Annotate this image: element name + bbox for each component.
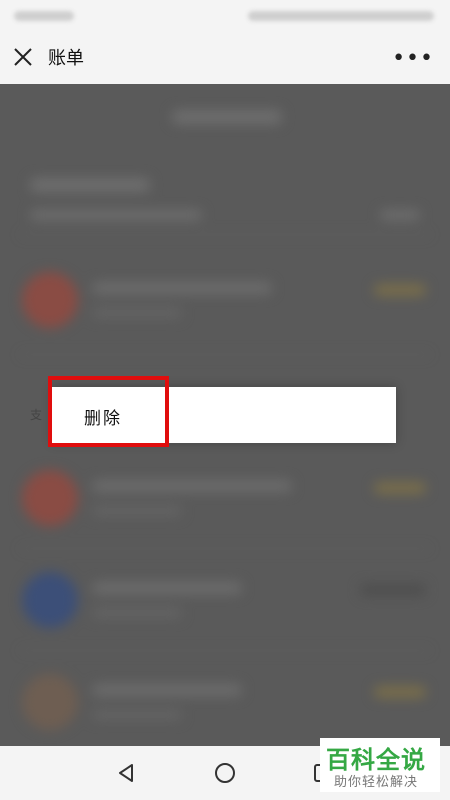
list-item <box>0 550 450 650</box>
bill-list-dimmed: 支 删除 <box>0 84 450 746</box>
item-sub-blur <box>92 506 182 516</box>
watermark-title: 百科全说 <box>326 746 426 774</box>
divider <box>20 548 430 549</box>
more-icon[interactable]: ••• <box>392 46 434 71</box>
section-title-blur <box>30 178 150 192</box>
item-title-blur <box>92 684 242 696</box>
item-title-blur <box>92 282 272 294</box>
side-text: 支 <box>30 408 43 422</box>
avatar <box>22 674 78 730</box>
home-circle-icon[interactable] <box>210 758 240 788</box>
item-sub-blur <box>92 710 182 720</box>
list-item <box>0 250 450 350</box>
page-title: 账单 <box>48 48 84 69</box>
section-sub-blur <box>30 210 202 220</box>
title-bar: 账单 ••• <box>0 32 450 84</box>
item-amount-blur <box>360 584 426 596</box>
item-amount-blur <box>374 284 426 296</box>
avatar <box>22 272 78 328</box>
item-amount-blur <box>374 686 426 698</box>
back-triangle-icon[interactable] <box>112 758 142 788</box>
divider <box>20 354 430 355</box>
section-right-blur <box>380 210 420 220</box>
watermark: 百科全说 助你轻松解决 <box>320 738 440 792</box>
item-title-blur <box>92 480 292 492</box>
highlight-box <box>48 376 169 447</box>
divider <box>20 234 430 235</box>
item-title-blur <box>92 582 242 594</box>
list-item <box>0 652 450 746</box>
status-left-blur <box>14 11 74 21</box>
watermark-subtitle: 助你轻松解决 <box>334 775 419 790</box>
avatar <box>22 470 78 526</box>
item-amount-blur <box>374 482 426 494</box>
item-sub-blur <box>92 308 182 318</box>
month-header-blur <box>172 110 282 124</box>
list-item <box>0 448 450 548</box>
divider <box>20 650 430 651</box>
close-icon[interactable] <box>12 46 34 68</box>
item-sub-blur <box>92 608 182 618</box>
status-right-blur <box>248 11 434 21</box>
status-bar <box>0 0 450 32</box>
avatar <box>22 572 78 628</box>
